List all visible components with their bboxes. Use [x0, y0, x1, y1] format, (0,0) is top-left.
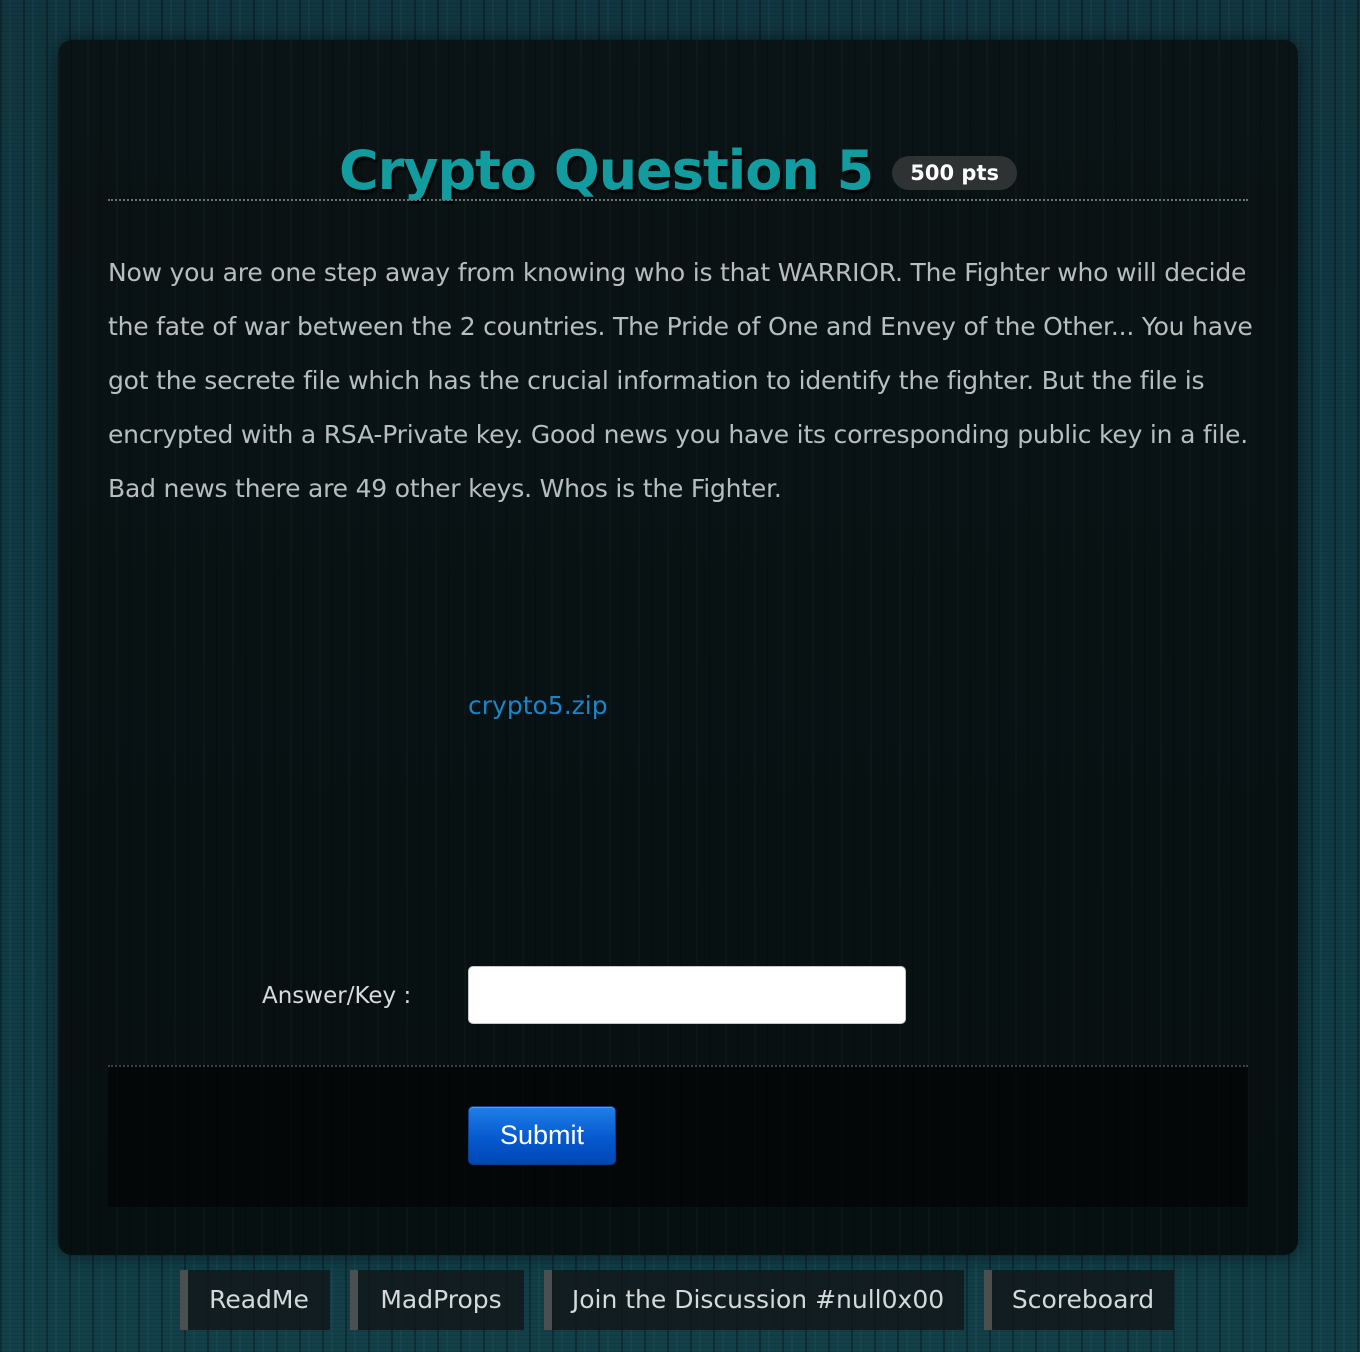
footer-nav: ReadMe MadProps Join the Discussion #nul… [0, 1270, 1360, 1330]
points-badge: 500 pts [892, 156, 1017, 190]
nav-item-join-discussion[interactable]: Join the Discussion #null0x00 [544, 1270, 964, 1330]
nav-item-madprops[interactable]: MadProps [350, 1270, 524, 1330]
nav-item-scoreboard[interactable]: Scoreboard [984, 1270, 1174, 1330]
challenge-card: Crypto Question 5 500 pts Now you are on… [58, 40, 1298, 1255]
title-divider [108, 199, 1248, 201]
answer-label: Answer/Key : [262, 983, 412, 1009]
challenge-title: Crypto Question 5 [339, 139, 874, 202]
form-actions: Submit [108, 1065, 1248, 1207]
submit-button[interactable]: Submit [468, 1106, 616, 1165]
answer-key-input[interactable] [468, 966, 906, 1024]
nav-item-readme[interactable]: ReadMe [180, 1270, 330, 1330]
challenge-description: Now you are one step away from knowing w… [108, 258, 1253, 503]
title-row: Crypto Question 5 500 pts [58, 136, 1298, 208]
attachment-download-link[interactable]: crypto5.zip [468, 688, 608, 724]
